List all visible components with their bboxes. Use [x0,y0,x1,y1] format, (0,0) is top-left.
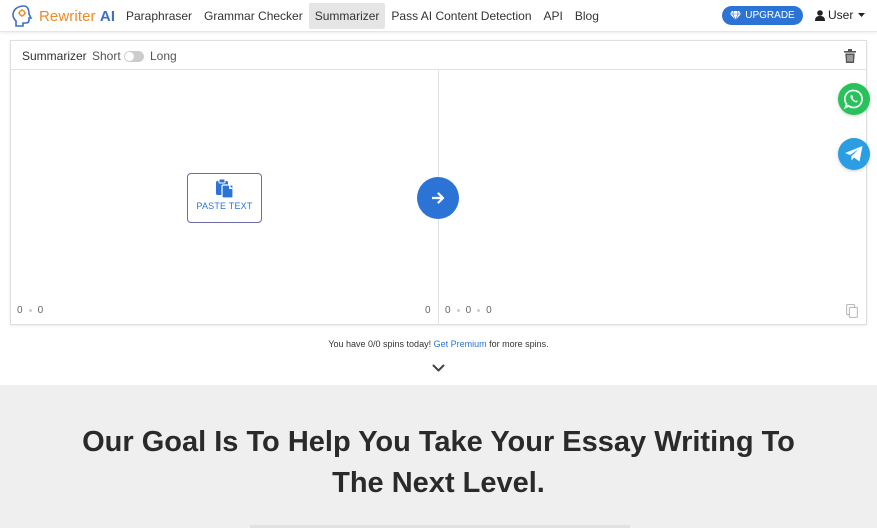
get-premium-link[interactable]: Get Premium [434,339,487,349]
paste-text-label: PASTE TEXT [196,201,253,211]
summarize-button[interactable] [417,177,459,219]
input-right-count: 0 [425,305,431,316]
output-count-b: 0 [465,305,472,316]
input-counter: 0 0 [17,305,43,316]
diamond-icon [730,11,742,20]
separator-dot [477,309,481,312]
telegram-button[interactable] [838,138,870,170]
user-label: User [828,8,854,22]
top-navbar: Rewriter AI Paraphraser Grammar Checker … [0,0,877,32]
telegram-icon [845,146,863,162]
short-label: Short [92,49,121,63]
user-icon [815,9,825,21]
hero-headline: Our Goal Is To Help You Take Your Essay … [0,422,877,504]
mode-title: Summarizer [22,49,87,63]
nav-links: Paraphraser Grammar Checker Summarizer P… [120,3,605,29]
clipboard-icon [215,179,234,198]
chevron-down-icon[interactable] [432,364,445,373]
nav-link-blog[interactable]: Blog [569,3,605,29]
whatsapp-icon [844,89,863,109]
output-counter: 0 0 0 [445,305,492,316]
input-word-count: 0 [17,305,23,316]
separator-dot [28,309,32,312]
nav-link-summarizer[interactable]: Summarizer [308,3,386,29]
hero-section: Our Goal Is To Help You Take Your Essay … [0,385,877,528]
copy-icon[interactable] [846,304,858,318]
caret-down-icon [858,12,866,17]
logo-text-suffix: AI [99,7,116,25]
logo-text-prefix: Rewriter [39,7,96,25]
logo[interactable]: Rewriter AI [10,4,115,28]
nav-link-api[interactable]: API [538,3,569,29]
output-count-a: 0 [445,305,451,316]
hero-line-1: Our Goal Is To Help You Take Your Essay … [82,426,795,458]
separator-dot [456,309,460,312]
card-header: Summarizer Short Long [11,41,866,70]
input-char-count: 0 [37,305,44,316]
long-label: Long [150,49,177,63]
upgrade-label: UPGRADE [745,10,795,21]
user-menu[interactable]: User [815,8,866,22]
paste-text-button[interactable]: PASTE TEXT [187,173,262,223]
spins-text: You have 0/0 spins today! [328,339,432,349]
whatsapp-button[interactable] [838,83,870,115]
spins-suffix: for more spins. [489,339,549,349]
nav-link-ai-detection[interactable]: Pass AI Content Detection [385,3,537,29]
nav-link-paraphraser[interactable]: Paraphraser [120,3,198,29]
arrow-right-icon [431,192,444,204]
spins-notice: You have 0/0 spins today! Get Premium fo… [0,339,877,349]
toggle-knob [125,52,134,61]
output-count-c: 0 [486,305,492,316]
upgrade-button[interactable]: UPGRADE [722,6,803,25]
trash-icon[interactable] [844,49,856,63]
hero-line-2: The Next Level. [332,467,545,499]
input-right-counter: 0 [425,305,431,316]
logo-head-icon [10,4,38,28]
length-toggle[interactable] [124,51,144,62]
summarizer-card: Summarizer Short Long PASTE TEXT 0 0 0 0… [10,40,867,325]
nav-link-grammar-checker[interactable]: Grammar Checker [198,3,309,29]
